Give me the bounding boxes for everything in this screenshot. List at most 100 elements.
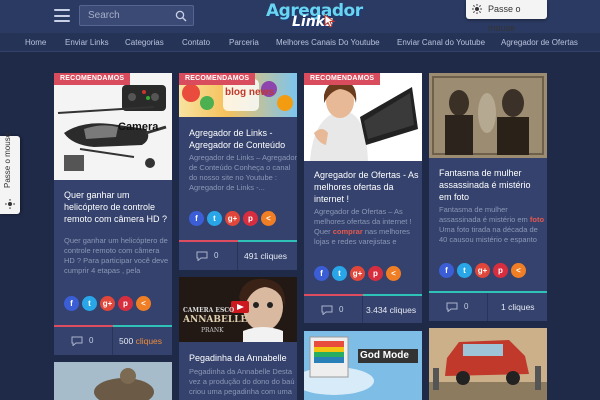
twitter-icon[interactable]: t — [457, 263, 472, 278]
share-icon[interactable]: < — [261, 211, 276, 226]
share-buttons: f t g+ p < — [189, 211, 297, 227]
share-buttons: f t g+ p < — [314, 266, 422, 282]
passe-o-mouse-side-label: Passe o mouse — [3, 132, 12, 188]
click-count: 1 cliques — [501, 302, 535, 312]
comment-count: 0 — [89, 336, 94, 345]
old-photo-image — [429, 73, 547, 158]
passe-o-mouse-top-button[interactable]: Passe o mouse — [466, 0, 547, 33]
hamburger-menu-icon[interactable] — [54, 9, 70, 22]
post-thumbnail[interactable]: CAMERA ESCO ANNABELLE PRANK — [179, 277, 297, 342]
comment-count: 0 — [214, 251, 219, 260]
clicks-word: cliques — [135, 336, 163, 346]
post-thumbnail[interactable] — [54, 362, 172, 400]
post-card-bottom-left — [54, 362, 172, 400]
post-thumbnail[interactable] — [429, 73, 547, 158]
thumbnail-caption: blog news — [225, 87, 274, 98]
post-title[interactable]: Agregador de Links - Agregador de Conteú… — [189, 127, 294, 151]
nav-enviar-canal[interactable]: Enviar Canal do Youtube — [397, 33, 485, 52]
woman-laptop-image — [310, 80, 418, 161]
nav-enviar-links[interactable]: Enviar Links — [65, 33, 109, 52]
clicks-counter[interactable]: 500 cliques — [113, 325, 172, 353]
cursor-icon — [324, 14, 336, 28]
post-footer: 0 500 cliques — [54, 325, 172, 355]
thumbnail-caption-line2: ANNABELLE — [183, 315, 248, 325]
twitter-icon[interactable]: t — [82, 296, 97, 311]
share-icon[interactable]: < — [511, 263, 526, 278]
post-footer: 0 491 cliques — [179, 240, 297, 270]
pinterest-icon[interactable]: p — [368, 266, 383, 281]
pinterest-icon[interactable]: p — [243, 211, 258, 226]
comments-area[interactable]: 0 — [429, 293, 488, 321]
nav-parceria[interactable]: Parceria — [229, 33, 259, 52]
thumbnail-caption: Camera — [118, 121, 159, 133]
post-title[interactable]: Agregador de Ofertas - As melhores ofert… — [314, 169, 419, 205]
search-box — [79, 5, 194, 26]
post-title[interactable]: Fantasma de mulher assassinada é mistéri… — [439, 167, 544, 203]
thumbnail-caption-line1: CAMERA ESCO — [183, 307, 235, 314]
click-count: 3.434 cliques — [366, 305, 417, 315]
comment-icon — [446, 302, 458, 312]
twitter-icon[interactable]: t — [207, 211, 222, 226]
clicks-counter[interactable]: 491 cliques — [238, 240, 297, 268]
nav-home[interactable]: Home — [25, 33, 46, 52]
post-thumbnail[interactable]: God Mode — [304, 331, 422, 400]
comment-count: 0 — [464, 302, 469, 311]
recomendamos-badge: RECOMENDAMOS — [304, 73, 381, 85]
search-icon[interactable] — [175, 10, 187, 22]
comment-icon — [196, 251, 208, 261]
share-buttons: f t g+ p < — [439, 263, 547, 279]
comment-icon — [321, 305, 333, 315]
excerpt-highlight[interactable]: comprar — [333, 227, 363, 236]
comments-area[interactable]: 0 — [54, 327, 113, 355]
clicks-counter[interactable]: 3.434 cliques — [363, 294, 422, 322]
post-footer: 0 3.434 cliques — [304, 294, 422, 323]
nav-melhores-canais[interactable]: Melhores Canais Do Youtube — [276, 33, 380, 52]
post-thumbnail[interactable] — [429, 328, 547, 400]
post-excerpt: Pegadinha da Annabelle Desta vez a produ… — [189, 367, 295, 396]
post-footer: 0 1 cliques — [429, 291, 547, 321]
post-thumbnail[interactable] — [304, 73, 422, 161]
facebook-icon[interactable]: f — [64, 296, 79, 311]
comments-area[interactable]: 0 — [304, 296, 363, 323]
god-mode-image — [304, 331, 422, 400]
main-navigation: Home Enviar Links Categorias Contato Par… — [0, 33, 600, 52]
post-excerpt: Agregador de Ofertas – As melhores ofert… — [314, 207, 422, 247]
clicks-counter[interactable]: 1 cliques — [488, 291, 547, 319]
share-icon[interactable]: < — [136, 296, 151, 311]
top-bar: Agregador Links Passe o mouse — [0, 0, 600, 33]
nav-agregador-ofertas[interactable]: Agregador de Ofertas — [501, 33, 578, 52]
search-input[interactable] — [80, 6, 172, 25]
pinterest-icon[interactable]: p — [118, 296, 133, 311]
twitter-icon[interactable]: t — [332, 266, 347, 281]
comments-area[interactable]: 0 — [179, 242, 238, 270]
comment-count: 0 — [339, 305, 344, 314]
nav-categorias[interactable]: Categorias — [125, 33, 164, 52]
thumbnail-caption: God Mode — [360, 350, 409, 361]
excerpt-highlight[interactable]: foto — [530, 215, 544, 224]
thumbnail-caption-line3: PRANK — [201, 327, 224, 334]
google-plus-icon[interactable]: g+ — [350, 266, 365, 281]
comment-icon — [71, 336, 83, 346]
post-title[interactable]: Pegadinha da Annabelle — [189, 352, 294, 364]
post-card-fantasma: Fantasma de mulher assassinada é mistéri… — [429, 73, 547, 321]
post-excerpt: Agregador de Links – Agregador de Conteú… — [189, 153, 297, 192]
nav-contato[interactable]: Contato — [182, 33, 210, 52]
facebook-icon[interactable]: f — [189, 211, 204, 226]
google-plus-icon[interactable]: g+ — [475, 263, 490, 278]
post-excerpt: Fantasma de mulher assassinada é mistéri… — [439, 205, 547, 245]
google-plus-icon[interactable]: g+ — [225, 211, 240, 226]
site-logo[interactable]: Agregador Links — [266, 1, 363, 31]
recomendamos-badge: RECOMENDAMOS — [54, 73, 131, 85]
share-icon[interactable]: < — [386, 266, 401, 281]
facebook-icon[interactable]: f — [439, 263, 454, 278]
car-image — [429, 328, 547, 400]
post-thumbnail[interactable]: Camera — [54, 73, 172, 180]
post-title[interactable]: Quer ganhar um helicóptero de controle r… — [64, 189, 169, 225]
bird-image — [54, 362, 172, 400]
pinterest-icon[interactable]: p — [493, 263, 508, 278]
post-excerpt: Quer ganhar um helicóptero de controle r… — [64, 236, 169, 275]
facebook-icon[interactable]: f — [314, 266, 329, 281]
passe-o-mouse-side-button[interactable]: Passe o mouse — [0, 132, 20, 214]
google-plus-icon[interactable]: g+ — [100, 296, 115, 311]
share-buttons: f t g+ p < — [64, 296, 172, 312]
